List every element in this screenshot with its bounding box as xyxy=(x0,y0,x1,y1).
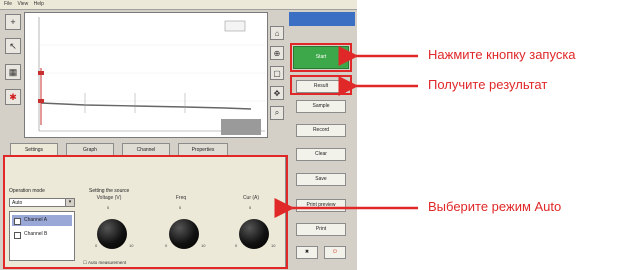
callout-result: Получите результат xyxy=(428,77,548,92)
callout-arrows xyxy=(274,46,418,218)
callout-mode: Выберите режим Auto xyxy=(428,199,562,214)
callout-start: Нажмите кнопку запуска xyxy=(428,47,576,62)
